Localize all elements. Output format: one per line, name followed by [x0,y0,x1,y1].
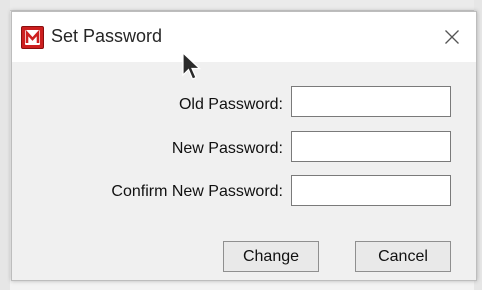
background-window-left [0,0,10,290]
dialog-titlebar[interactable]: Set Password [12,12,476,62]
mouse-cursor-icon [182,51,204,87]
change-button[interactable]: Change [223,241,319,272]
app-logo-m-icon [21,26,44,49]
cancel-button[interactable]: Cancel [355,241,451,272]
dialog-title: Set Password [51,26,163,46]
new-password-label: New Password: [171,140,283,157]
background-window-top [0,0,482,11]
set-password-dialog: Set Password Old Password: New Password:… [11,11,477,281]
confirm-password-input[interactable] [291,175,451,206]
old-password-label: Old Password: [178,96,283,113]
close-icon [445,30,459,44]
old-password-input[interactable] [291,86,451,117]
confirm-password-label: Confirm New Password: [111,183,283,200]
new-password-input[interactable] [291,131,451,162]
close-button[interactable] [438,24,466,50]
